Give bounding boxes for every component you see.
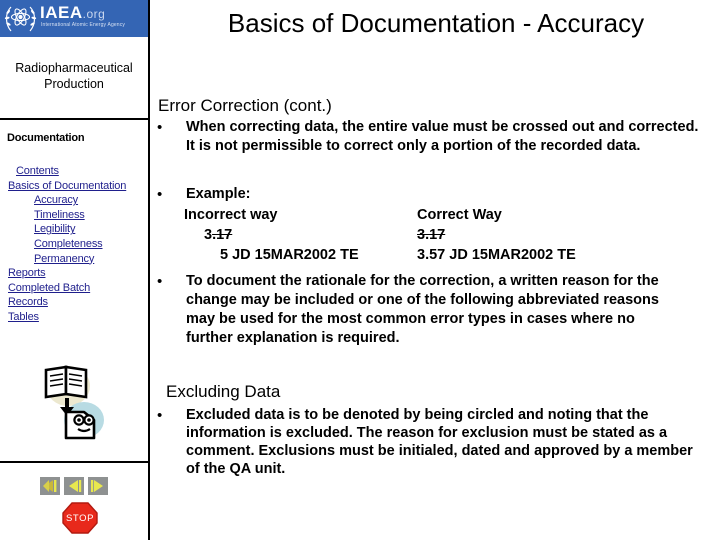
course-title: Radiopharmaceutical Production: [15, 61, 133, 91]
sidebar-item-timeliness[interactable]: Timeliness: [0, 208, 148, 223]
sidebar-item-legibility[interactable]: Legibility: [0, 222, 148, 237]
correct-correction-entry: 3.57 JD 15MAR2002 TE: [417, 247, 576, 263]
value-kept: 3: [204, 227, 213, 243]
sidebar-item-tables[interactable]: Tables: [0, 310, 148, 325]
bullet-glyph: •: [157, 273, 163, 290]
next-slide-icon[interactable]: [88, 477, 108, 495]
bullet-item-rationale: • To document the rationale for the corr…: [152, 272, 672, 348]
iaea-org-suffix: .org: [82, 7, 106, 21]
sidebar-item-completed-batch[interactable]: Completed Batch: [0, 281, 148, 296]
bullet-glyph: •: [157, 119, 163, 136]
slide-nav-buttons: [0, 477, 148, 495]
sidebar-item-reports[interactable]: Reports: [0, 266, 148, 281]
bullet-glyph: •: [157, 407, 163, 424]
sidebar-divider-top: [0, 118, 148, 120]
column-header-correct: Correct Way: [417, 207, 502, 223]
previous-slide-icon[interactable]: [64, 477, 84, 495]
bullet-text: To document the rationale for the correc…: [186, 273, 659, 346]
table-row: 3.17 3.17: [162, 225, 707, 245]
bullet-glyph: •: [157, 186, 163, 203]
bullet-text: Example:: [186, 186, 251, 202]
sidebar-divider-bottom: [0, 461, 148, 463]
sidebar-item-accuracy[interactable]: Accuracy: [0, 193, 148, 208]
sidebar-item-records[interactable]: Records: [0, 295, 148, 310]
sidebar: IAEA.org International Atomic Energy Age…: [0, 0, 150, 540]
sidebar-item-contents[interactable]: Contents: [0, 164, 148, 179]
sidebar-item-basics-of-documentation[interactable]: Basics of Documentation: [0, 179, 148, 194]
example-comparison-table: Incorrect way Correct Way 3.17 3.17 5 JD…: [152, 205, 707, 265]
iaea-atom-laurel-icon: [4, 2, 37, 35]
sidebar-section-heading: Documentation: [7, 132, 85, 144]
section-heading-error-correction: Error Correction (cont.): [158, 96, 332, 115]
bullet-item-example: • Example: Incorrect way Correct Way 3.1…: [152, 185, 707, 265]
iaea-wordmark: IAEA.org: [40, 4, 105, 23]
column-header-incorrect: Incorrect way: [184, 207, 278, 223]
sidebar-item-permanency[interactable]: Permanency: [0, 252, 148, 267]
stop-sign-label: STOP: [66, 513, 94, 524]
sidebar-nav-list: Contents Basics of Documentation Accurac…: [0, 164, 148, 325]
table-row: Incorrect way Correct Way: [162, 205, 707, 225]
sidebar-item-completeness[interactable]: Completeness: [0, 237, 148, 252]
incorrect-value: 3.17: [204, 225, 232, 245]
page-title: Basics of Documentation - Accuracy: [227, 8, 645, 38]
correct-value-struck: 3.17: [417, 227, 446, 243]
first-slide-icon[interactable]: [40, 477, 60, 495]
iaea-subtitle: International Atomic Energy Agency: [41, 22, 126, 28]
stop-sign-icon[interactable]: STOP: [60, 500, 100, 536]
iaea-wordmark-text: IAEA: [40, 3, 83, 22]
slide-content: Basics of Documentation - Accuracy Error…: [152, 0, 720, 540]
iaea-logo-banner[interactable]: IAEA.org International Atomic Energy Age…: [0, 0, 148, 37]
bullet-text: When correcting data, the entire value m…: [186, 119, 699, 154]
table-row: 5 JD 15MAR2002 TE 3.57 JD 15MAR2002 TE: [162, 245, 707, 265]
incorrect-correction-entry: 5 JD 15MAR2002 TE: [220, 247, 359, 263]
bullet-text: Excluded data is to be denoted by being …: [186, 407, 693, 477]
open-book-to-document-icon: [38, 358, 110, 440]
bullet-item-excluded-data: • Excluded data is to be denoted by bein…: [152, 406, 697, 478]
section-heading-excluding-data: Excluding Data: [166, 382, 281, 401]
bullet-item-correcting-data: • When correcting data, the entire value…: [152, 118, 707, 156]
value-struck: .17: [212, 227, 233, 243]
